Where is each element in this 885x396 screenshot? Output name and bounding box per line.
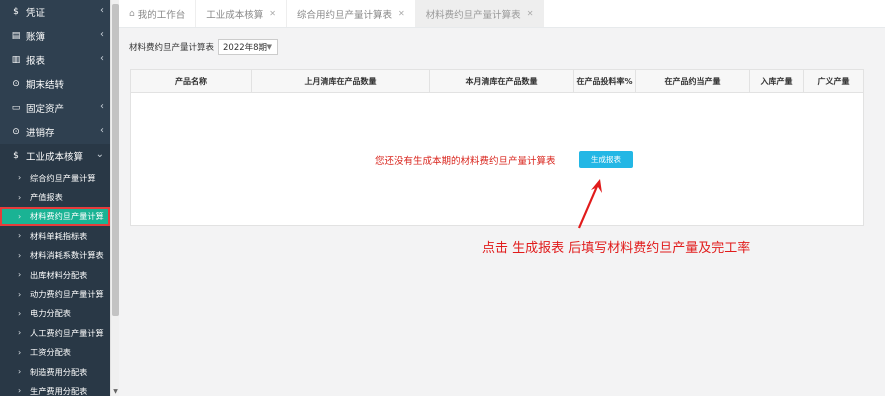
chevron-left-icon: ‹: [100, 5, 104, 16]
chevron-right-icon: ›: [18, 347, 22, 357]
tab-bar: ⌂ 我的工作台 工业成本核算 ✕ 综合用约旦产量计算表 ✕ 材料费约旦产量计算表…: [119, 0, 885, 28]
dollar-icon: $: [13, 7, 19, 17]
chevron-right-icon: ›: [18, 308, 22, 318]
chevron-right-icon: ›: [18, 250, 22, 260]
chevron-right-icon: ›: [18, 270, 22, 280]
column-header: 广义产量: [817, 76, 850, 86]
sidebar-item-ledger[interactable]: ▤ 账簿 ‹: [0, 24, 110, 48]
sidebar-item-reports[interactable]: ▥ 报表 ‹: [0, 48, 110, 72]
cycle-icon: ⊙: [12, 79, 20, 89]
chevron-right-icon: ›: [18, 231, 22, 241]
sidebar-item-period-end[interactable]: ⊙ 期末结转: [0, 72, 110, 96]
close-icon[interactable]: ✕: [398, 9, 405, 18]
sidebar-subitem[interactable]: › 制造费用分配表: [0, 362, 110, 381]
report-icon: ▥: [11, 55, 21, 65]
sidebar-item-label: 期末结转: [26, 80, 65, 91]
sidebar-item-label: 工业成本核算: [26, 152, 84, 163]
chevron-right-icon: ›: [18, 367, 22, 377]
sidebar-subitem[interactable]: › 综合约旦产量计算: [0, 168, 110, 187]
empty-state-message: 您还没有生成本期的材料费约旦产量计算表: [375, 156, 556, 167]
tab-composite-equivalent[interactable]: 综合用约旦产量计算表 ✕: [287, 0, 416, 27]
sidebar-scrollbar[interactable]: ▼: [110, 0, 119, 396]
book-icon: ▤: [11, 31, 21, 41]
scroll-down-arrow-icon[interactable]: ▼: [112, 388, 119, 395]
sidebar-item-fixed-assets[interactable]: ▭ 固定资产 ‹: [0, 96, 110, 120]
chevron-left-icon: ‹: [100, 53, 104, 64]
column-header: 在产品投料率%: [574, 70, 636, 92]
caret-down-icon: ▼: [266, 43, 273, 51]
tab-workbench[interactable]: ⌂ 我的工作台: [119, 0, 197, 27]
sidebar-subitem-active[interactable]: › 材料费约旦产量计算: [0, 206, 110, 227]
sidebar-item-voucher[interactable]: $ 凭证 ‹: [0, 0, 110, 24]
close-icon[interactable]: ✕: [527, 9, 534, 18]
column-header: 上月清库在产品数量: [252, 70, 430, 92]
sidebar-submenu: › 综合约旦产量计算 › 产值报表 › 材料费约旦产量计算 › 材料单耗指标表 › 材料消…: [0, 168, 110, 396]
chevron-left-icon: ‹: [100, 101, 104, 112]
period-select[interactable]: 2022年8期 ▼: [218, 39, 279, 55]
generate-report-button[interactable]: 生成报表: [579, 151, 633, 168]
chevron-right-icon: ›: [18, 386, 22, 396]
table-header: 产品名称 上月清库在产品数量 本月清库在产品数量 在产品投料率% 在产品约当产量…: [131, 70, 863, 93]
sidebar-subitem[interactable]: › 电力分配表: [0, 304, 110, 323]
chevron-right-icon: ›: [18, 328, 22, 338]
chevron-right-icon: ›: [18, 289, 22, 299]
close-icon[interactable]: ✕: [269, 9, 276, 18]
chevron-left-icon: ‹: [100, 125, 104, 136]
tab-material-equivalent[interactable]: 材料费约旦产量计算表 ✕: [415, 0, 545, 27]
report-title-label: 材料费约旦产量计算表: [129, 43, 215, 53]
sidebar-subitem[interactable]: › 生产费用分配表: [0, 381, 110, 396]
monitor-icon: ▭: [11, 103, 21, 113]
sidebar-item-label: 凭证: [26, 8, 46, 19]
column-header: 入库产量: [750, 70, 804, 92]
chevron-left-icon: ‹: [100, 29, 104, 40]
chevron-right-icon: ›: [18, 173, 22, 183]
home-icon: ⌂: [129, 8, 135, 19]
sidebar-subitem[interactable]: › 出库材料分配表: [0, 265, 110, 284]
sidebar-subitem[interactable]: › 动力费约旦产量计算: [0, 284, 110, 303]
sidebar-item-label: 进销存: [26, 128, 55, 139]
cycle-icon: ⊙: [12, 127, 20, 137]
chevron-down-icon: ⌄: [95, 149, 104, 160]
sidebar-subitem[interactable]: › 材料单耗指标表: [0, 226, 110, 245]
sidebar-item-cost-accounting[interactable]: $ 工业成本核算 ⌄: [0, 144, 110, 168]
annotation-text: 点击 生成报表 后填写材料费约旦产量及完工率: [482, 241, 751, 256]
tab-cost-accounting[interactable]: 工业成本核算 ✕: [196, 0, 287, 27]
report-toolbar: 材料费约旦产量计算表 2022年8期 ▼: [129, 39, 279, 55]
sidebar: $ 凭证 ‹ ▤ 账簿 ‹ ▥ 报表 ‹ ⊙ 期末结转 ▭ 固定资产 ‹ ⊙ 进…: [0, 0, 110, 396]
column-header: 产品名称: [131, 70, 252, 92]
sidebar-subitem[interactable]: › 材料消耗系数计算表: [0, 246, 110, 265]
period-value: 2022年8期: [223, 43, 268, 53]
chevron-right-icon: ›: [18, 192, 22, 202]
dollar-icon: $: [13, 151, 19, 161]
scrollbar-thumb[interactable]: [112, 4, 119, 316]
report-panel: 产品名称 上月清库在产品数量 本月清库在产品数量 在产品投料率% 在产品约当产量…: [130, 69, 864, 226]
sidebar-item-label: 固定资产: [26, 104, 65, 115]
sidebar-subitem[interactable]: › 产值报表: [0, 187, 110, 206]
sidebar-subitem[interactable]: › 人工费约旦产量计算: [0, 323, 110, 342]
sidebar-item-label: 报表: [26, 56, 46, 67]
column-header: 本月清库在产品数量: [430, 70, 574, 92]
sidebar-item-inventory[interactable]: ⊙ 进销存 ‹: [0, 120, 110, 144]
column-header: 在产品约当产量: [636, 70, 750, 92]
sidebar-subitem[interactable]: › 工资分配表: [0, 343, 110, 362]
chevron-right-icon: ›: [18, 211, 22, 221]
sidebar-item-label: 账簿: [26, 32, 46, 43]
main-content: ⌂ 我的工作台 工业成本核算 ✕ 综合用约旦产量计算表 ✕ 材料费约旦产量计算表…: [119, 0, 885, 396]
